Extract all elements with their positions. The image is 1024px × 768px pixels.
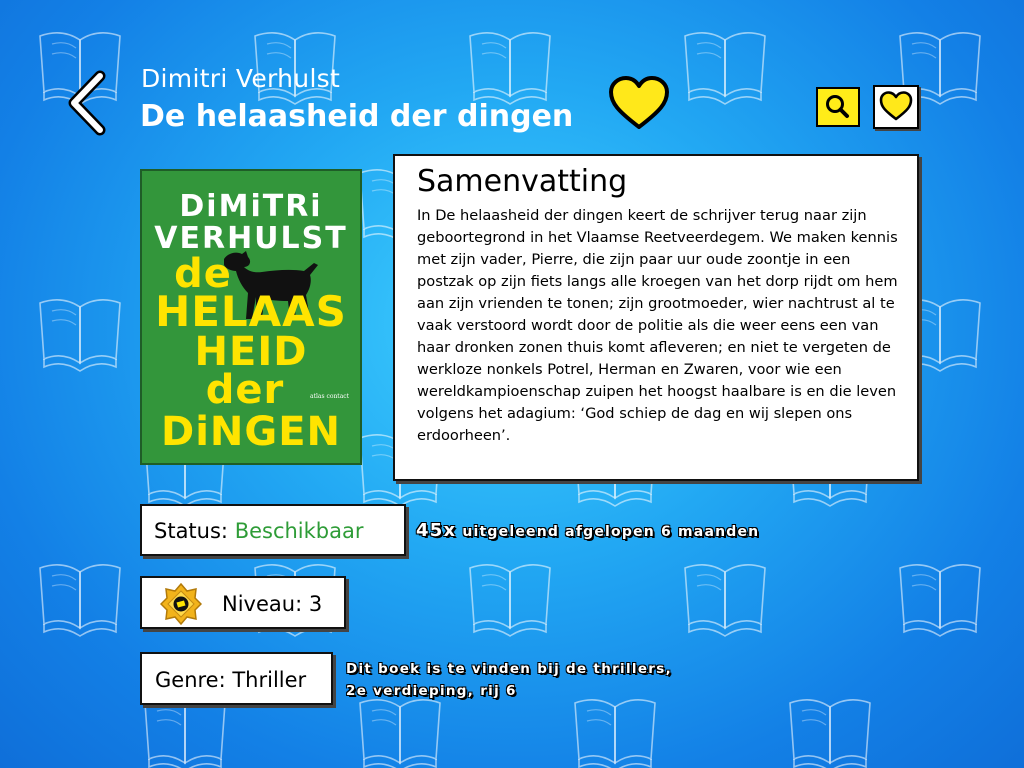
- book-author: Dimitri Verhulst: [141, 64, 341, 93]
- favorite-button[interactable]: [608, 75, 670, 131]
- summary-heading: Samenvatting: [417, 164, 628, 199]
- heart-outline-icon: [879, 91, 913, 121]
- heart-icon: [609, 76, 669, 129]
- status-label: Status: Beschikbaar: [154, 519, 364, 543]
- loan-count: 45x: [416, 520, 457, 541]
- search-icon: [826, 95, 849, 118]
- status-box: Status: Beschikbaar: [140, 504, 406, 556]
- cover-title-line-5: DiNGEN: [160, 409, 342, 455]
- genre-box: Genre: Thriller: [140, 652, 333, 705]
- level-badge-icon: [160, 583, 202, 625]
- loan-description: uitgeleend afgelopen 6 maanden: [462, 524, 760, 540]
- book-pattern-icon: [789, 698, 871, 768]
- cover-title-line-4: der: [205, 367, 285, 413]
- level-box: Niveau: 3: [140, 576, 346, 629]
- book-pattern-icon: [684, 563, 766, 637]
- shelf-location-line-2: 2e verdieping, rij 6: [346, 683, 517, 699]
- cover-author-first: DiMiTRi: [179, 189, 323, 224]
- summary-text: In De helaasheid der dingen keert de sch…: [417, 207, 898, 444]
- summary-panel: Samenvatting In De helaasheid der dingen…: [393, 154, 919, 481]
- shelf-location-line-1: Dit boek is te vinden bij de thrillers,: [346, 661, 673, 677]
- page-title: De helaasheid der dingen: [140, 99, 574, 134]
- level-label: Niveau: 3: [222, 592, 323, 616]
- book-pattern-icon: [39, 563, 121, 637]
- loan-count-text: 45x uitgeleend afgelopen 6 maanden: [416, 520, 759, 541]
- genre-label: Genre: Thriller: [155, 668, 307, 692]
- book-pattern-icon: [469, 31, 551, 105]
- book-pattern-icon: [574, 698, 656, 768]
- book-pattern-icon: [899, 563, 981, 637]
- search-button[interactable]: [816, 87, 860, 127]
- cover-publisher: atlas contact: [310, 393, 350, 400]
- status-prefix: Status:: [154, 519, 228, 543]
- shelf-location-text: Dit boek is te vinden bij de thrillers, …: [346, 658, 706, 702]
- book-pattern-icon: [684, 31, 766, 105]
- book-pattern-icon: [144, 698, 226, 768]
- book-pattern-icon: [39, 298, 121, 372]
- book-cover: DiMiTRi VERHULST de HELAAS HEID der DiNG…: [140, 169, 362, 465]
- chevron-left-icon: [68, 70, 106, 136]
- book-pattern-icon: [469, 563, 551, 637]
- back-button[interactable]: [66, 70, 110, 136]
- book-pattern-icon: [359, 698, 441, 768]
- status-value: Beschikbaar: [234, 519, 364, 543]
- favorites-list-button[interactable]: [873, 85, 919, 129]
